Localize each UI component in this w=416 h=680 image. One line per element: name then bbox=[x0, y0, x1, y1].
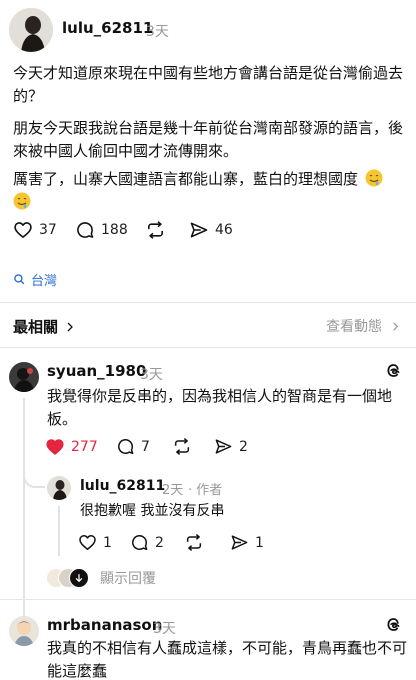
sort-label: 最相關 bbox=[13, 318, 59, 336]
reply-like-count: 277 bbox=[71, 439, 98, 455]
repost-icon bbox=[186, 534, 202, 551]
nested-repost-button[interactable] bbox=[184, 533, 210, 552]
thread-line bbox=[58, 506, 60, 556]
search-icon bbox=[14, 274, 25, 285]
nested-reply-avatar[interactable] bbox=[47, 476, 71, 500]
post-time: 3天 bbox=[146, 24, 169, 40]
post-paragraph-1: 今天才知道原來現在中國有些地方會講台語是從台灣偷過去的？ bbox=[13, 64, 404, 105]
view-activity-label: 查看動態 bbox=[326, 319, 382, 335]
heart-filled-icon bbox=[46, 439, 64, 455]
post-like-button[interactable]: 37 bbox=[13, 220, 57, 240]
send-icon bbox=[190, 222, 208, 238]
nested-reply-username[interactable]: lulu_62811 bbox=[80, 478, 165, 494]
nested-like-button[interactable]: 1 bbox=[78, 533, 112, 552]
thread-line bbox=[23, 398, 25, 638]
reply-username[interactable]: syuan_1980 bbox=[47, 362, 146, 380]
post-paragraph-3: 厲害了，山寨大國連語言都能山寨，藍白的理想國度 bbox=[13, 168, 409, 214]
comment-icon bbox=[132, 535, 148, 550]
nested-share-button[interactable]: 1 bbox=[230, 533, 264, 552]
reply-avatar[interactable] bbox=[9, 616, 39, 646]
nested-reply-connector bbox=[23, 468, 45, 488]
replier-avatars bbox=[46, 568, 90, 588]
nested-comment-count: 2 bbox=[155, 534, 164, 551]
repost-icon bbox=[174, 438, 190, 455]
more-options-icon[interactable] bbox=[384, 361, 403, 384]
repost-icon bbox=[148, 221, 163, 239]
reply-time: 3天 bbox=[153, 621, 176, 637]
section-divider bbox=[0, 599, 416, 600]
comment-icon bbox=[118, 439, 134, 454]
send-icon bbox=[231, 535, 248, 550]
drooling-face-emoji bbox=[13, 192, 31, 210]
heart-icon bbox=[14, 222, 32, 238]
post-comment-count: 188 bbox=[101, 222, 128, 238]
post-paragraph-2: 朋友今天跟我說台語是幾十年前從台灣南部發源的語言，後來被中國人偷回中國才流傳開來… bbox=[13, 119, 404, 160]
nested-like-count: 1 bbox=[103, 534, 112, 551]
reply-share-button[interactable]: 2 bbox=[214, 437, 248, 456]
arrow-down-icon bbox=[75, 574, 83, 583]
author-tag: · 作者 bbox=[188, 483, 223, 498]
post-like-count: 37 bbox=[39, 222, 57, 238]
more-options-icon[interactable] bbox=[384, 615, 403, 638]
nested-share-count: 1 bbox=[255, 534, 264, 551]
reply-time: 3天 bbox=[140, 367, 163, 383]
reply-text: 我真的不相信有人蠢成這樣，不可能，青鳥再蠢也不可能這麼蠢 bbox=[47, 639, 408, 680]
show-replies-button[interactable]: 顯示回覆 bbox=[46, 568, 156, 588]
post-share-count: 46 bbox=[215, 222, 233, 238]
reply-share-count: 2 bbox=[239, 438, 248, 455]
reply-avatar[interactable] bbox=[9, 362, 39, 392]
reply-like-button[interactable]: 277 bbox=[45, 437, 98, 457]
reply-username[interactable]: mrbananason bbox=[47, 616, 162, 634]
post-username[interactable]: lulu_62811 bbox=[62, 19, 153, 37]
reply-repost-button[interactable] bbox=[172, 437, 198, 456]
nested-comment-button[interactable]: 2 bbox=[130, 533, 164, 552]
chevron-right-icon bbox=[67, 322, 73, 331]
nested-reply-time: 2天 bbox=[162, 483, 184, 498]
post-paragraph-3-text: 厲害了，山寨大國連語言都能山寨，藍白的理想國度 bbox=[13, 170, 359, 188]
reply-text: 我覺得你是反串的，因為我相信人的智商是有一個地板。 bbox=[47, 387, 393, 428]
post-avatar[interactable] bbox=[9, 8, 53, 52]
comment-icon bbox=[77, 222, 94, 238]
send-icon bbox=[215, 439, 232, 454]
chevron-right-icon bbox=[393, 321, 399, 331]
show-replies-label: 顯示回覆 bbox=[100, 571, 156, 587]
post-share-button[interactable]: 46 bbox=[189, 220, 233, 240]
view-activity-link[interactable]: 查看動態 bbox=[326, 316, 401, 336]
section-divider bbox=[0, 347, 416, 348]
reply-comment-button[interactable]: 7 bbox=[116, 437, 150, 456]
reply-comment-count: 7 bbox=[141, 438, 150, 455]
sort-dropdown[interactable]: 最相關 bbox=[13, 316, 76, 337]
nested-reply-text: 很抱歉喔 我並沒有反串 bbox=[80, 503, 225, 519]
post-comment-button[interactable]: 188 bbox=[75, 220, 128, 240]
topic-tag[interactable]: 台灣 bbox=[13, 270, 57, 289]
heart-icon bbox=[79, 535, 96, 550]
section-divider bbox=[0, 302, 416, 303]
post-repost-button[interactable] bbox=[145, 220, 172, 240]
topic-label: 台灣 bbox=[31, 274, 58, 289]
replier-avatar bbox=[69, 568, 89, 588]
drooling-face-emoji bbox=[365, 169, 383, 187]
